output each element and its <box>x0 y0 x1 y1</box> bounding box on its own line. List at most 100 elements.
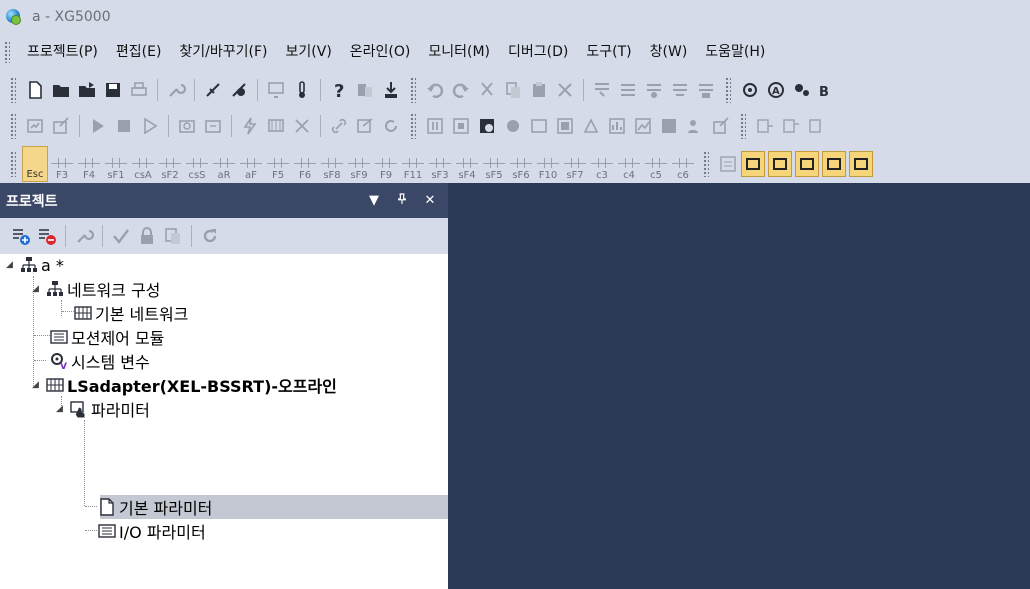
expand-arrow-icon[interactable]: ◢ <box>32 380 42 390</box>
delete-icon[interactable] <box>553 77 577 103</box>
ladder-pf-contact-button[interactable]: csA <box>130 146 156 182</box>
ladder-function-block-button[interactable]: sF7 <box>562 146 588 182</box>
tree-node-adapter[interactable]: ◢ LSadapter(XEL-BSSRT)-오프라인 <box>32 374 337 396</box>
toolbar-grip[interactable] <box>703 151 709 177</box>
ladder-connect-line-button[interactable]: sF8 <box>319 146 345 182</box>
tree-node-basic-network[interactable]: 기본 네트워크 <box>74 302 188 324</box>
tree-node-parameters[interactable]: ◢ 파라미터 <box>56 398 150 420</box>
check-icon[interactable] <box>109 223 133 249</box>
save-icon[interactable] <box>101 77 125 103</box>
editor-workspace[interactable] <box>448 183 1030 589</box>
insert-row-icon[interactable] <box>590 77 614 103</box>
menu-tools[interactable]: 도구(T) <box>577 40 640 64</box>
add-item-icon[interactable] <box>9 223 33 249</box>
ladder-vline-button[interactable]: F6 <box>292 146 318 182</box>
menu-project[interactable]: 프로젝트(P) <box>18 40 107 64</box>
cross-reference-button[interactable] <box>849 151 873 177</box>
ladder-coil-button[interactable]: F9 <box>373 146 399 182</box>
menu-online[interactable]: 온라인(O) <box>341 40 420 64</box>
ladder-n-coil-button[interactable]: sF6 <box>508 146 534 182</box>
device-monitor-icon[interactable] <box>475 113 499 139</box>
message-window-button[interactable] <box>795 151 819 177</box>
variable-icon[interactable] <box>790 77 814 103</box>
toolbar-grip[interactable] <box>410 113 416 139</box>
toolbar-grip[interactable] <box>410 77 416 103</box>
ladder-contact-button[interactable]: F3 <box>49 146 75 182</box>
ladder-esc-button[interactable]: Esc <box>22 146 48 182</box>
compile-icon[interactable] <box>738 77 762 103</box>
user-icon[interactable] <box>683 113 707 139</box>
copy-icon[interactable] <box>501 77 525 103</box>
monitor-resume-icon[interactable] <box>449 113 473 139</box>
project-window-button[interactable] <box>768 151 792 177</box>
insert-rung-icon[interactable] <box>616 77 640 103</box>
stop-icon[interactable] <box>112 113 136 139</box>
disconnect-icon[interactable] <box>227 77 251 103</box>
monitor-start-icon[interactable] <box>264 77 288 103</box>
toolbar-grip[interactable] <box>725 77 731 103</box>
menu-monitor[interactable]: 모니터(M) <box>419 40 499 64</box>
ladder-rising-button[interactable]: aR <box>211 146 237 182</box>
open-project-icon[interactable] <box>75 77 99 103</box>
expand-arrow-icon[interactable]: ◢ <box>32 284 42 294</box>
chart-icon[interactable] <box>631 113 655 139</box>
ladder-view-button[interactable] <box>741 151 765 177</box>
remove-item-icon[interactable] <box>35 223 59 249</box>
monitor-pause-icon[interactable] <box>423 113 447 139</box>
toolbar-grip[interactable] <box>10 77 16 103</box>
menu-debug[interactable]: 디버그(D) <box>499 40 577 64</box>
thermometer-icon[interactable] <box>290 77 314 103</box>
ladder-nc-contact-button[interactable]: F4 <box>76 146 102 182</box>
menu-grip[interactable] <box>4 40 10 63</box>
export-icon[interactable] <box>709 113 733 139</box>
step-out-icon[interactable] <box>805 113 829 139</box>
ladder-function-button[interactable]: F10 <box>535 146 561 182</box>
menu-find-replace[interactable]: 찾기/바꾸기(F) <box>170 40 276 64</box>
data-trace-icon[interactable] <box>553 113 577 139</box>
menu-view[interactable]: 보기(V) <box>277 40 341 64</box>
custom-event-icon[interactable] <box>579 113 603 139</box>
download-icon[interactable] <box>379 77 403 103</box>
panel-menu-dropdown-icon[interactable]: ▼ <box>364 193 384 208</box>
trend-monitor-icon[interactable] <box>527 113 551 139</box>
write-icon[interactable] <box>23 113 47 139</box>
comment-rung-icon[interactable] <box>668 77 692 103</box>
print-icon[interactable] <box>127 77 151 103</box>
panel-close-icon[interactable]: ✕ <box>420 193 440 208</box>
tree-node-root[interactable]: ◢ a * <box>6 254 64 276</box>
menu-edit[interactable]: 편집(E) <box>107 40 171 64</box>
redo-icon[interactable] <box>449 77 473 103</box>
module-change-icon[interactable] <box>353 113 377 139</box>
refresh-icon[interactable] <box>198 223 222 249</box>
properties-wrench-icon[interactable] <box>72 223 96 249</box>
panel-pin-icon[interactable] <box>392 192 412 209</box>
connect-icon[interactable] <box>201 77 225 103</box>
ladder-falling-button[interactable]: aF <box>238 146 264 182</box>
wrench-icon[interactable] <box>164 77 188 103</box>
ladder-c6-button[interactable]: c6 <box>670 146 696 182</box>
toolbar-grip[interactable] <box>10 151 16 177</box>
io-skip-icon[interactable] <box>264 113 288 139</box>
toolbar-grip[interactable] <box>10 113 16 139</box>
plc-history-icon[interactable] <box>201 113 225 139</box>
reset-icon[interactable] <box>379 113 403 139</box>
ladder-invert-button[interactable]: sF9 <box>346 146 372 182</box>
tree-node-basic-parameters[interactable]: 기본 파라미터 <box>98 496 212 518</box>
ladder-reset-coil-button[interactable]: sF4 <box>454 146 480 182</box>
expand-arrow-icon[interactable]: ◢ <box>6 260 16 270</box>
list-view-icon[interactable] <box>716 151 740 177</box>
step-over-icon[interactable] <box>779 113 803 139</box>
fault-mask-icon[interactable] <box>290 113 314 139</box>
system-monitor-icon[interactable] <box>501 113 525 139</box>
step-into-icon[interactable] <box>753 113 777 139</box>
undo-icon[interactable] <box>423 77 447 103</box>
ladder-hline-button[interactable]: F5 <box>265 146 291 182</box>
lock-icon[interactable] <box>135 223 159 249</box>
menu-window[interactable]: 창(W) <box>641 40 697 64</box>
tree-node-system-variables[interactable]: V 시스템 변수 <box>50 350 150 372</box>
toolbar-grip[interactable] <box>740 113 746 139</box>
monitor-window-button[interactable] <box>822 151 846 177</box>
ladder-p-coil-button[interactable]: sF5 <box>481 146 507 182</box>
output-rung-icon[interactable] <box>694 77 718 103</box>
compare-icon[interactable] <box>353 77 377 103</box>
